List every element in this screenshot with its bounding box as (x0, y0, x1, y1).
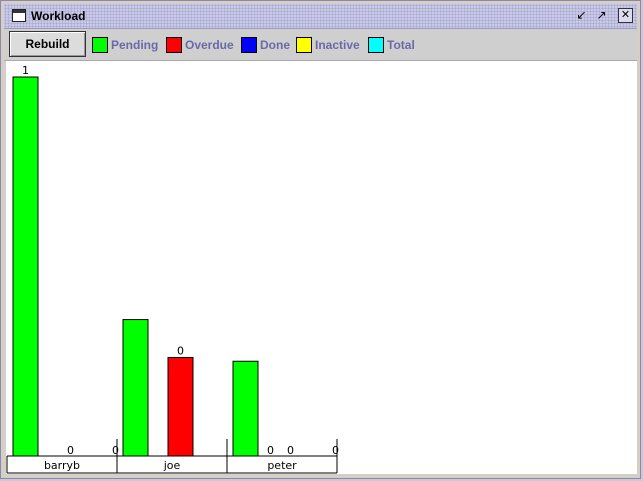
workload-window: Workload ↙ ↗ ✕ Rebuild Pending Overdue D… (0, 0, 641, 479)
legend-item-inactive: Inactive (296, 37, 360, 53)
legend-label-pending: Pending (111, 38, 159, 52)
legend-swatch-pending (92, 37, 108, 53)
close-icon[interactable]: ✕ (618, 8, 633, 23)
legend-swatch-total (368, 37, 384, 53)
rebuild-button[interactable]: Rebuild (9, 31, 86, 57)
data-label: 0 (177, 344, 184, 357)
minimize-icon[interactable]: ↙ (574, 8, 589, 23)
bar-pending-peter (232, 360, 259, 457)
legend-swatch-overdue (166, 37, 182, 53)
legend-item-total: Total (368, 37, 415, 53)
chart-svg: barryb10 0joe00peter0 0 (6, 64, 339, 474)
data-label: 0 (332, 444, 339, 457)
data-label: 1 (22, 64, 29, 77)
app-window-icon (12, 9, 26, 22)
category-label: joe (163, 459, 181, 472)
toolbar: Rebuild Pending Overdue Done Inactive To… (4, 29, 637, 61)
window-title: Workload (31, 9, 86, 23)
bar-pending-joe (122, 319, 149, 457)
legend-item-done: Done (241, 37, 290, 53)
legend-label-inactive: Inactive (315, 38, 360, 52)
legend-label-done: Done (260, 38, 290, 52)
maximize-icon[interactable]: ↗ (594, 8, 609, 23)
legend-label-total: Total (387, 38, 415, 52)
bar-overdue-joe (167, 356, 194, 457)
data-label: 0 (267, 444, 274, 457)
legend-item-overdue: Overdue (166, 37, 234, 53)
legend-item-pending: Pending (92, 37, 158, 53)
legend-label-overdue: Overdue (185, 38, 234, 52)
category-label: barryb (44, 459, 80, 472)
legend-swatch-done (241, 37, 257, 53)
data-label: 0 (287, 444, 294, 457)
data-label: 0 (67, 444, 74, 457)
bar-pending-barryb (12, 76, 39, 457)
category-label: peter (267, 459, 297, 472)
workload-chart: barryb 1 0 0 joe 0 0 peter 0 0 (6, 61, 637, 474)
title-bar[interactable]: Workload ↙ ↗ ✕ (4, 4, 637, 29)
data-label: 0 (112, 444, 119, 457)
legend-swatch-inactive (296, 37, 312, 53)
